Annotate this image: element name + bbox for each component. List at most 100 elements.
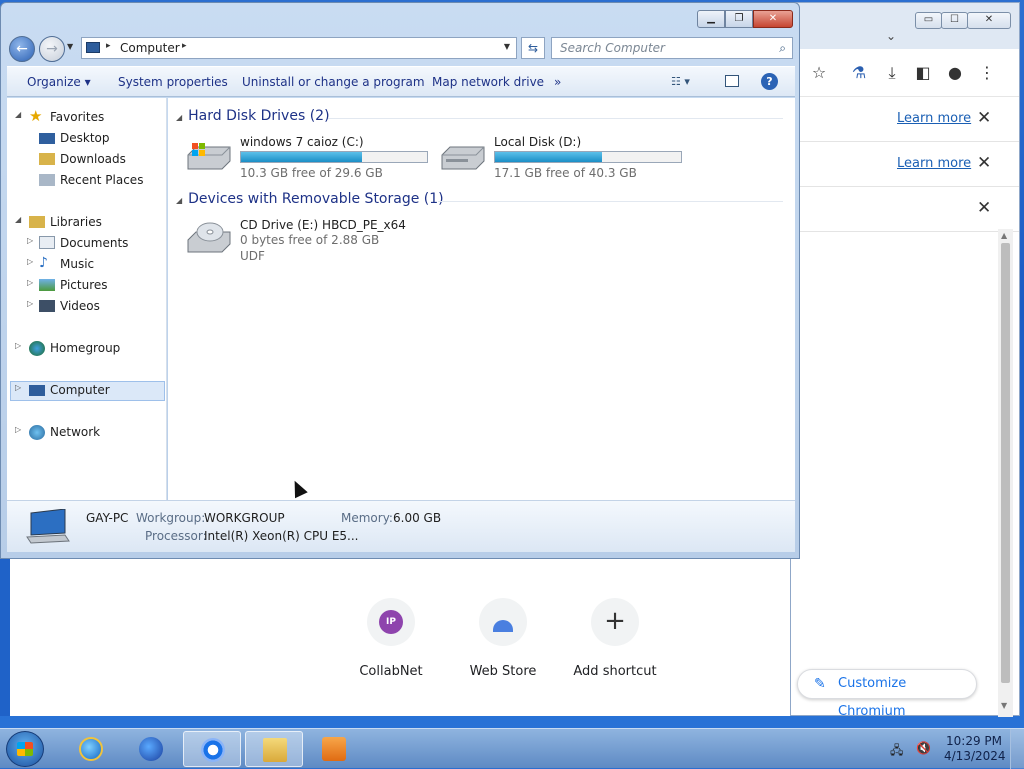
workgroup-label: Workgroup: [136, 511, 206, 525]
show-desktop-button[interactable] [1010, 729, 1024, 769]
recent-places-icon [39, 174, 55, 186]
breadcrumb-computer[interactable]: Computer [120, 41, 180, 55]
drive-free-space: 10.3 GB free of 29.6 GB [240, 166, 383, 180]
taskbar-internet-explorer[interactable] [62, 731, 120, 767]
taskbar: 🖧 🔇 10:29 PM 4/13/2024 [0, 728, 1024, 769]
close-icon[interactable]: ✕ [977, 153, 991, 173]
tree-label: Documents [60, 236, 129, 250]
download-icon[interactable]: ⤓ [882, 63, 902, 83]
refresh-button[interactable]: ⇆ [521, 37, 545, 59]
chromium-close-button[interactable]: ✕ [967, 12, 1011, 29]
drive-name: Local Disk (D:) [494, 135, 582, 149]
flask-icon[interactable]: ⚗ [849, 63, 869, 82]
documents-icon [39, 236, 55, 249]
shortcut-label: CollabNet [359, 664, 423, 679]
star-icon: ★ [29, 107, 43, 125]
expanded-arrow-icon[interactable]: ◢ [15, 215, 21, 224]
taskbar-windows-explorer[interactable] [245, 731, 303, 767]
organize-button[interactable]: Organize ▾ [27, 75, 91, 89]
chromium-titlebar: ▭ ☐ ✕ ⌄ [791, 3, 1019, 49]
drive-usage-fill [241, 152, 362, 162]
uninstall-program-button[interactable]: Uninstall or change a program [242, 75, 425, 89]
computer-icon [86, 42, 100, 53]
collapsed-arrow-icon[interactable]: ▷ [27, 278, 33, 287]
learn-more-link[interactable]: Learn more [897, 111, 971, 126]
sidepanel-icon[interactable]: ◧ [913, 63, 933, 82]
firefox-icon [139, 737, 163, 761]
homegroup-icon [29, 341, 45, 356]
chromium-minimize-button[interactable]: ▭ [915, 12, 942, 29]
forward-button[interactable]: → [39, 36, 65, 62]
processor-label: Processor: [145, 529, 207, 543]
group-header-hdd[interactable]: ◢ Hard Disk Drives (2) [176, 108, 330, 124]
group-collapse-icon[interactable]: ◢ [176, 113, 182, 122]
collabnet-icon: IP [379, 610, 403, 634]
preview-pane-icon[interactable] [725, 75, 739, 87]
collapsed-arrow-icon[interactable]: ▷ [27, 257, 33, 266]
shortcut-tile [479, 598, 527, 646]
map-network-drive-button[interactable]: Map network drive [432, 75, 544, 89]
profile-icon[interactable]: ● [945, 63, 965, 82]
shortcut-web-store[interactable]: Web Store [453, 598, 553, 679]
address-bar[interactable]: ▸ Computer ▸ ▼ [81, 37, 517, 59]
change-view-icon[interactable]: ☷ ▾ [671, 75, 690, 88]
vertical-scrollbar[interactable]: ▲ ▼ [998, 229, 1013, 717]
collapsed-arrow-icon[interactable]: ▷ [27, 299, 33, 308]
drive-name: windows 7 caioz (C:) [240, 135, 364, 149]
taskbar-media-player[interactable] [305, 731, 363, 767]
system-properties-button[interactable]: System properties [118, 75, 228, 89]
shortcut-tile: + [591, 598, 639, 646]
web-store-icon [493, 620, 513, 632]
expanded-arrow-icon[interactable]: ◢ [15, 110, 21, 119]
network-tray-icon[interactable]: 🖧 [890, 741, 903, 762]
media-player-icon [322, 737, 346, 761]
close-button[interactable]: ✕ [753, 10, 793, 28]
search-icon: ⌕ [779, 41, 786, 55]
navigation-bar: ← → ▼ ▸ Computer ▸ ▼ ⇆ Search Computer ⌕ [7, 34, 795, 62]
search-input[interactable]: Search Computer ⌕ [551, 37, 793, 59]
more-commands-button[interactable]: » [554, 75, 561, 89]
collapsed-arrow-icon[interactable]: ▷ [15, 425, 21, 434]
collapsed-arrow-icon[interactable]: ▷ [27, 236, 33, 245]
shortcut-label: Web Store [469, 664, 537, 679]
content-pane: ◢ Hard Disk Drives (2) windows 7 caioz (C… [168, 98, 795, 500]
scrollbar-thumb[interactable] [1001, 243, 1010, 683]
shortcut-add[interactable]: + Add shortcut [565, 598, 665, 679]
minimize-button[interactable]: ▁ [697, 10, 725, 28]
taskbar-chromium[interactable] [183, 731, 241, 767]
start-button[interactable] [6, 731, 44, 767]
chromium-maximize-button[interactable]: ☐ [941, 12, 968, 29]
plus-icon: + [604, 606, 626, 636]
back-button[interactable]: ← [9, 36, 35, 62]
shortcut-tile: IP [367, 598, 415, 646]
star-icon[interactable]: ☆ [809, 63, 829, 82]
recent-pages-chevron-icon[interactable]: ▼ [67, 42, 73, 51]
group-collapse-icon[interactable]: ◢ [176, 196, 182, 205]
taskbar-firefox[interactable] [122, 731, 180, 767]
address-dropdown-icon[interactable]: ▼ [504, 42, 510, 51]
learn-more-link[interactable]: Learn more [897, 156, 971, 171]
taskbar-clock[interactable]: 10:29 PM 4/13/2024 [944, 734, 1006, 764]
breadcrumb-separator[interactable]: ▸ [182, 41, 187, 51]
tree-label: Favorites [50, 110, 105, 124]
menu-icon[interactable]: ⋮ [977, 63, 997, 82]
navigation-pane: ◢ ★ Favorites Desktop Downloads Recent P… [7, 98, 167, 500]
volume-muted-icon[interactable]: 🔇 [916, 741, 931, 755]
shortcut-collabnet[interactable]: IP CollabNet [341, 598, 441, 679]
collapsed-arrow-icon[interactable]: ▷ [15, 383, 21, 392]
maximize-button[interactable]: ❐ [725, 10, 753, 28]
scroll-down-icon[interactable]: ▼ [1001, 701, 1007, 710]
group-divider [328, 118, 783, 119]
help-icon[interactable]: ? [761, 73, 778, 90]
collapsed-arrow-icon[interactable]: ▷ [15, 341, 21, 350]
scroll-up-icon[interactable]: ▲ [1001, 231, 1007, 240]
breadcrumb-separator[interactable]: ▸ [106, 41, 111, 51]
close-icon[interactable]: ✕ [977, 198, 991, 218]
group-header-removable[interactable]: ◢ Devices with Removable Storage (1) [176, 191, 444, 207]
downloads-folder-icon [39, 153, 55, 165]
drive-usage-bar [240, 151, 428, 163]
explorer-window: ▁ ❐ ✕ ← → ▼ ▸ Computer ▸ ▼ ⇆ Search Comp… [0, 2, 800, 559]
tab-search-chevron-icon[interactable]: ⌄ [886, 29, 896, 43]
close-icon[interactable]: ✕ [977, 108, 991, 128]
tree-label: Desktop [60, 131, 110, 145]
